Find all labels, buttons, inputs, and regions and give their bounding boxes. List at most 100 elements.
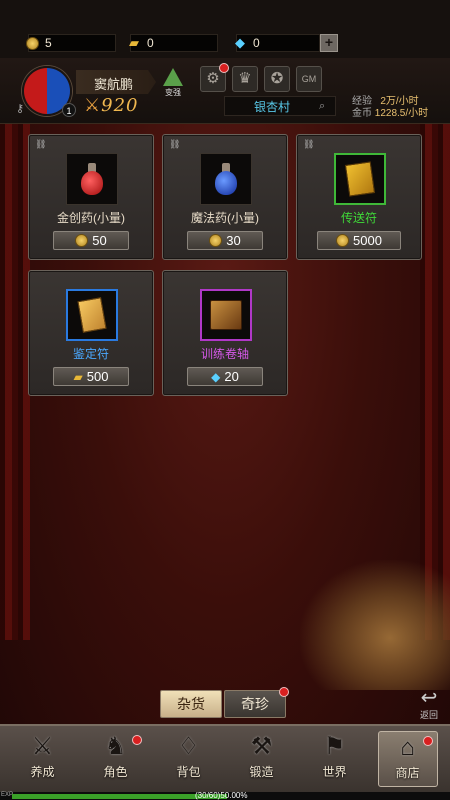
- hammer-icon: ⚒: [250, 733, 273, 760]
- exp-rate-label: 经验: [352, 96, 372, 107]
- shop-item-card[interactable]: 鉴定符 ▰ 500: [28, 270, 154, 396]
- back-label: 返回: [419, 710, 438, 720]
- identify-scroll-icon: [77, 297, 107, 333]
- flag-icon: ⚑: [323, 733, 346, 760]
- tab-rare-label: 奇珍: [241, 696, 269, 712]
- item-name: 金创药(小量): [57, 211, 125, 225]
- ranking-button[interactable]: ♛: [232, 66, 258, 92]
- tab-general[interactable]: 杂货: [160, 690, 222, 718]
- left-curtain: [0, 120, 30, 640]
- trophy-icon: ♛: [238, 70, 252, 87]
- emblem-icon: ✪: [270, 70, 284, 87]
- bag-icon: ♢: [177, 733, 200, 760]
- nav-label: 世界: [322, 765, 347, 779]
- key-icon: ⚷: [16, 103, 25, 115]
- red-potion-icon: [79, 161, 105, 197]
- chain-icon: ⛓: [35, 139, 47, 149]
- nav-forge[interactable]: ⚒ 锻造: [232, 731, 292, 787]
- notification-badge: [219, 63, 229, 73]
- guild-button[interactable]: ✪: [264, 66, 290, 92]
- gem-resource: ◆ 0: [235, 34, 320, 52]
- gold-amount: 5: [45, 36, 52, 50]
- gold-ingot-icon: ▰: [129, 35, 139, 50]
- location-field[interactable]: 银杏村 ⌕: [224, 96, 336, 116]
- item-price: 30: [226, 233, 241, 248]
- nav-shop[interactable]: ⌂ 商店: [377, 731, 438, 787]
- shop-item-card[interactable]: ⛓ 魔法药(小量) 30: [162, 134, 288, 260]
- nav-label: 养成: [30, 765, 55, 779]
- search-icon: ⌕: [319, 99, 326, 112]
- add-currency-button[interactable]: +: [320, 34, 338, 52]
- item-name: 传送符: [340, 211, 377, 225]
- settings-button[interactable]: ⚙: [200, 63, 229, 92]
- exp-rate-value: 2万/小时: [380, 96, 419, 107]
- rate-stats: 经验 2万/小时 金币 1228.5/小时: [352, 96, 428, 120]
- buy-button[interactable]: ▰ 500: [53, 367, 129, 386]
- nav-label: 角色: [103, 765, 128, 779]
- combat-power: ⚔920: [84, 95, 139, 116]
- item-price: 20: [224, 369, 239, 384]
- gear-icon: ⚙: [206, 70, 220, 87]
- gold-rate-label: 金币: [352, 108, 372, 119]
- exp-text: (30/60)50.00%: [195, 791, 248, 800]
- buy-button[interactable]: 5000: [317, 231, 401, 250]
- chain-icon: ⛓: [169, 139, 181, 149]
- item-price: 500: [86, 369, 109, 384]
- nav-world[interactable]: ⚑ 世界: [305, 731, 365, 787]
- chain-icon: ⛓: [303, 139, 315, 149]
- item-name: 鉴定符: [72, 347, 109, 361]
- buy-button[interactable]: ◆ 20: [187, 367, 263, 386]
- shop-tabs: 杂货 奇珍: [160, 687, 290, 720]
- notification-badge: [131, 735, 142, 745]
- combat-power-value: 920: [101, 95, 139, 116]
- item-slot: [200, 153, 252, 205]
- item-slot: [334, 153, 386, 205]
- tab-rare[interactable]: 奇珍: [224, 687, 289, 718]
- gold-coin-icon: [23, 35, 41, 51]
- nav-label: 背包: [176, 765, 201, 779]
- buy-button[interactable]: 30: [187, 231, 263, 250]
- back-button[interactable]: ↩ 返回: [412, 688, 446, 722]
- blue-potion-icon: [213, 161, 239, 197]
- item-price: 50: [92, 233, 107, 248]
- gold-rate-value: 1228.5/小时: [374, 108, 429, 119]
- exp-bar: EXP (30/60)50.00%: [0, 791, 450, 800]
- nav-character[interactable]: ♞ 角色: [86, 731, 146, 787]
- item-name: 训练卷轴: [200, 347, 249, 361]
- diamond-icon: ◆: [211, 369, 221, 384]
- gold-coin-icon: [336, 234, 350, 247]
- upgrade-arrow-icon: [163, 68, 183, 86]
- location-name: 银杏村: [253, 99, 290, 114]
- teleport-scroll-icon: [344, 161, 376, 197]
- nav-bag[interactable]: ♢ 背包: [159, 731, 219, 787]
- gold-ingot-icon: ▰: [73, 369, 83, 384]
- shop-item-card[interactable]: ⛓ 金创药(小量) 50: [28, 134, 154, 260]
- shop-item-card[interactable]: 训练卷轴 ◆ 20: [162, 270, 288, 396]
- nav-cultivate[interactable]: ⚔ 养成: [13, 731, 73, 787]
- item-slot: [66, 289, 118, 341]
- player-name: 窦航鹏: [94, 77, 134, 92]
- gm-icon: GM: [301, 74, 317, 84]
- game-screen: 5 ▰ 0 ◆ 0 + ⚷ 1 窦航鹏 ⚔920 变强 ⚙ ♛ ✪ GM 银杏村…: [0, 0, 450, 800]
- player-header: ⚷ 1 窦航鹏 ⚔920 变强 ⚙ ♛ ✪ GM 银杏村 ⌕ 经验 2万/小时 …: [0, 58, 450, 124]
- training-scroll-icon: [210, 300, 242, 330]
- diamond-icon: ◆: [235, 35, 245, 50]
- item-slot: [66, 153, 118, 205]
- nav-label: 锻造: [249, 765, 274, 779]
- gold-coin-icon: [75, 234, 89, 247]
- treasure-decoration: [300, 560, 450, 690]
- ingot-amount: 0: [147, 36, 154, 50]
- gm-button[interactable]: GM: [296, 66, 322, 92]
- item-slot: [200, 289, 252, 341]
- buy-button[interactable]: 50: [53, 231, 129, 250]
- upgrade-label: 变强: [165, 88, 181, 97]
- upgrade-button[interactable]: 变强: [160, 68, 186, 98]
- item-name: 魔法药(小量): [191, 211, 259, 225]
- ingot-resource: ▰ 0: [129, 34, 218, 52]
- gold-resource: 5: [25, 34, 116, 52]
- item-price: 5000: [353, 233, 382, 248]
- resource-bar: 5 ▰ 0 ◆ 0 +: [0, 0, 450, 58]
- shop-item-card[interactable]: ⛓ 传送符 5000: [296, 134, 422, 260]
- back-arrow-icon: ↩: [420, 687, 438, 709]
- gold-coin-icon: [209, 234, 223, 247]
